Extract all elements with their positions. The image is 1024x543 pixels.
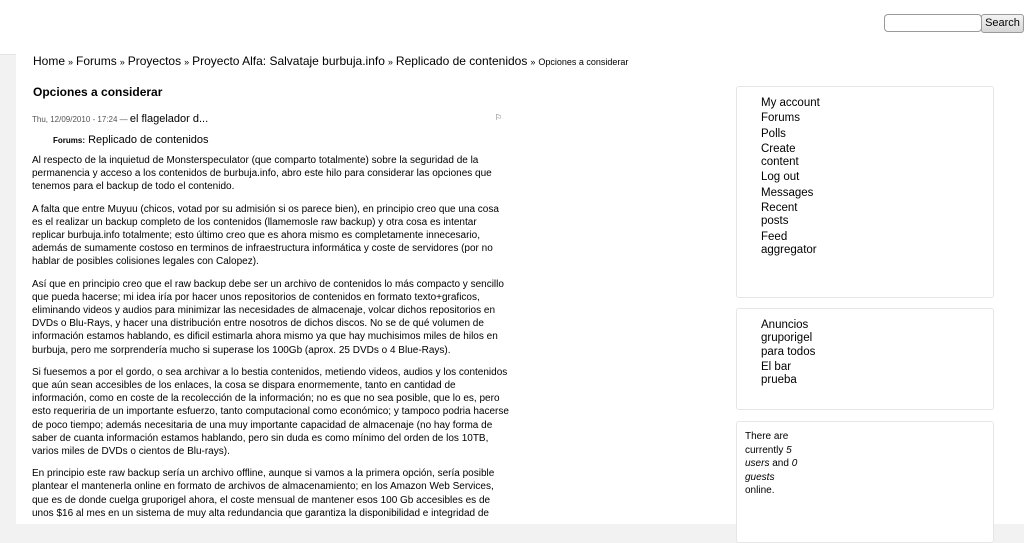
link-el-bar[interactable]: El bar prueba [761,361,821,388]
breadcrumb-separator: » [119,57,125,67]
breadcrumb-current: Opciones a considerar [538,57,629,67]
online-text: There are currently [745,431,789,456]
top-bar: Search [0,0,1024,55]
breadcrumb-proyectos[interactable]: Proyectos [128,54,181,68]
online-text: and [772,458,789,469]
breadcrumb-separator: » [184,57,190,67]
nav-log-out[interactable]: Log out [761,171,825,184]
nav-forums[interactable]: Forums [761,112,825,125]
post-paragraph: A falta que entre Muyuu (chicos, votad p… [32,203,499,268]
breadcrumb-replicado[interactable]: Replicado de contenidos [396,54,527,68]
nav-my-account[interactable]: My account [761,97,825,110]
post-paragraph: Al respecto de la inquietud de Monstersp… [32,155,492,193]
page-title: Opciones a considerar [33,85,163,99]
post-date: Thu, 12/09/2010 - 17:24 — [32,115,128,124]
breadcrumb: Home» Forums» Proyectos» Proyecto Alfa: Sal… [33,54,628,70]
post-paragraph: Si fuesemos a por el gordo, o sea archiv… [32,366,509,458]
search-button[interactable]: Search [981,14,1024,33]
breadcrumb-home[interactable]: Home [33,54,65,68]
nav-recent-posts[interactable]: Recent posts [761,202,825,229]
post-paragraph: Así que en principio creo que el raw bac… [32,278,504,356]
forum-link[interactable]: Replicado de contenidos [88,134,208,146]
page-content: Home» Forums» Proyectos» Proyecto Alfa: Sal… [16,54,1024,543]
flag-icon[interactable]: ⚐ [495,113,502,122]
breadcrumb-separator: » [68,57,74,67]
breadcrumb-forums[interactable]: Forums [76,54,117,68]
post-meta: Thu, 12/09/2010 - 17:24 — el flagelador … [32,113,502,125]
breadcrumb-separator: » [387,57,393,67]
post-body: Al respecto de la inquietud de Monstersp… [32,154,512,529]
breadcrumb-proyecto-alfa[interactable]: Proyecto Alfa: Salvataje burbuja.info [192,54,385,68]
nav-messages[interactable]: Messages [761,187,825,200]
forum-taxonomy: Forums: Replicado de contenidos [53,134,209,146]
breadcrumb-separator: » [530,57,536,67]
whos-online-block: There are currently 5 users and 0 guests… [736,421,994,543]
search-input[interactable] [884,14,982,32]
link-anuncios[interactable]: Anuncios gruporigel para todos [761,319,821,359]
online-text: online. [745,485,775,496]
nav-polls[interactable]: Polls [761,128,825,141]
post-paragraph: En principio este raw backup sería un ar… [32,468,495,519]
user-navigation-block: My account Forums Polls Create content L… [736,86,994,298]
nav-create-content[interactable]: Create content [761,143,825,170]
online-count-text: There are currently 5 users and 0 guests… [745,430,801,498]
nav-feed-aggregator[interactable]: Feed aggregator [761,231,825,258]
links-block: Anuncios gruporigel para todos El bar pr… [736,308,994,410]
forums-label: Forums: [53,136,85,145]
author-link[interactable]: el flagelador d... [130,113,208,125]
